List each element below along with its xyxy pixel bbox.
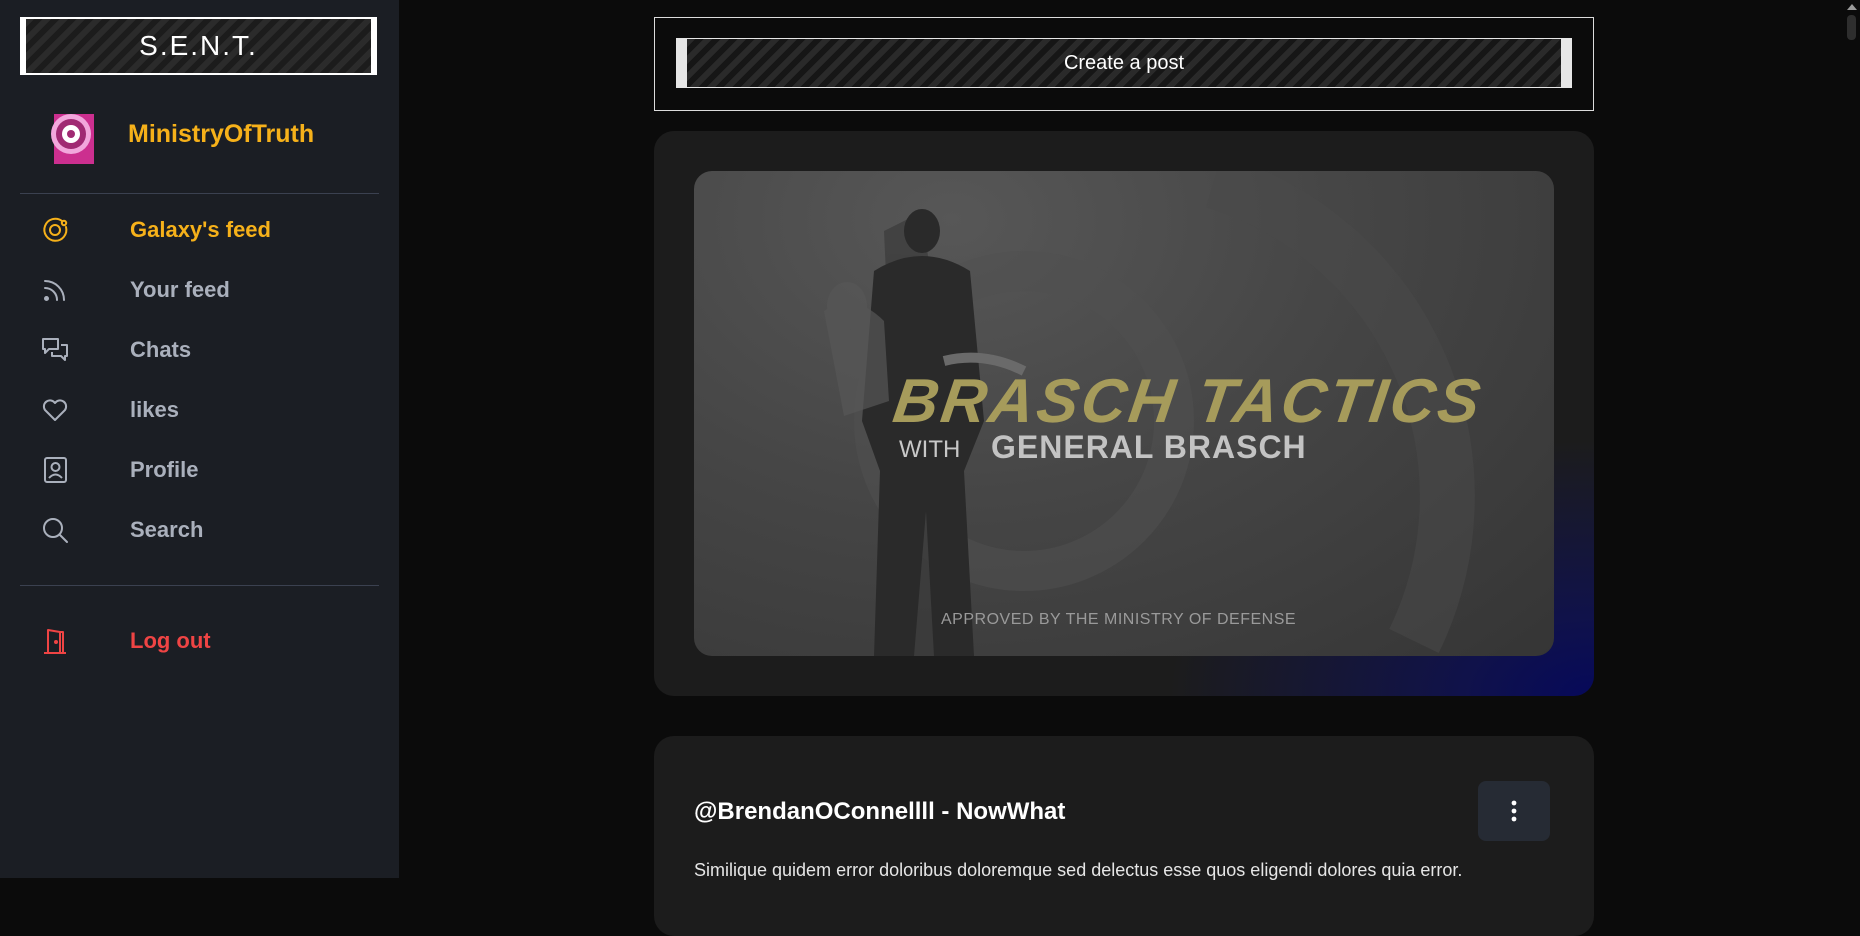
logout-label: Log out: [130, 628, 211, 653]
user-header[interactable]: MinistryOfTruth: [48, 104, 314, 164]
nav-label: Search: [130, 517, 204, 542]
nav-label: Your feed: [130, 277, 230, 302]
divider: [20, 193, 379, 194]
chat-bubbles-icon: [40, 335, 70, 365]
divider: [20, 585, 379, 586]
nav-item-search[interactable]: Search: [0, 502, 399, 558]
search-icon: [40, 515, 70, 545]
create-post-button[interactable]: Create a post: [676, 38, 1572, 88]
orbit-icon: [40, 215, 70, 245]
banner-title: BRASCH TACTICS: [889, 367, 1488, 436]
nav-label: Profile: [130, 457, 199, 482]
nav-item-your-feed[interactable]: Your feed: [0, 262, 399, 318]
post-card: @BrendanOConnellll - NowWhat Similique q…: [654, 736, 1594, 936]
nav-item-profile[interactable]: Profile: [0, 442, 399, 498]
banner-with: WITH: [899, 436, 961, 463]
post-menu-button[interactable]: [1478, 781, 1550, 841]
banner-footer: APPROVED BY THE MINISTRY OF DEFENSE: [941, 611, 1297, 628]
app-logo-title[interactable]: S.E.N.T.: [20, 17, 377, 75]
door-exit-icon: [40, 626, 70, 656]
post-image[interactable]: BRASCH TACTICS WITH GENERAL BRASCH APPRO…: [694, 171, 1554, 656]
banner-subtitle: GENERAL BRASCH: [991, 429, 1307, 465]
nav-label: Galaxy's feed: [130, 217, 271, 242]
nav-item-chats[interactable]: Chats: [0, 322, 399, 378]
post-author[interactable]: @BrendanOConnellll - NowWhat: [694, 798, 1065, 826]
nav-label: Chats: [130, 337, 192, 362]
nav-label: likes: [130, 397, 179, 422]
scroll-up-arrow-icon[interactable]: [1847, 4, 1857, 10]
scroll-thumb[interactable]: [1847, 15, 1856, 40]
username[interactable]: MinistryOfTruth: [128, 120, 314, 149]
create-post-panel: Create a post: [654, 17, 1594, 111]
nav-item-galaxys-feed[interactable]: Galaxy's feed: [0, 202, 399, 258]
sidebar: S.E.N.T. MinistryOfTruth Galaxy's feed Y…: [0, 0, 399, 878]
page-scrollbar[interactable]: [1843, 0, 1860, 878]
avatar[interactable]: [48, 104, 94, 164]
heart-icon: [40, 395, 70, 425]
rss-icon: [40, 275, 70, 305]
logout-button[interactable]: Log out: [0, 613, 399, 669]
post-card: BRASCH TACTICS WITH GENERAL BRASCH APPRO…: [654, 131, 1594, 696]
profile-card-icon: [40, 455, 70, 485]
kebab-menu-icon: [1511, 800, 1517, 822]
nav-item-likes[interactable]: likes: [0, 382, 399, 438]
